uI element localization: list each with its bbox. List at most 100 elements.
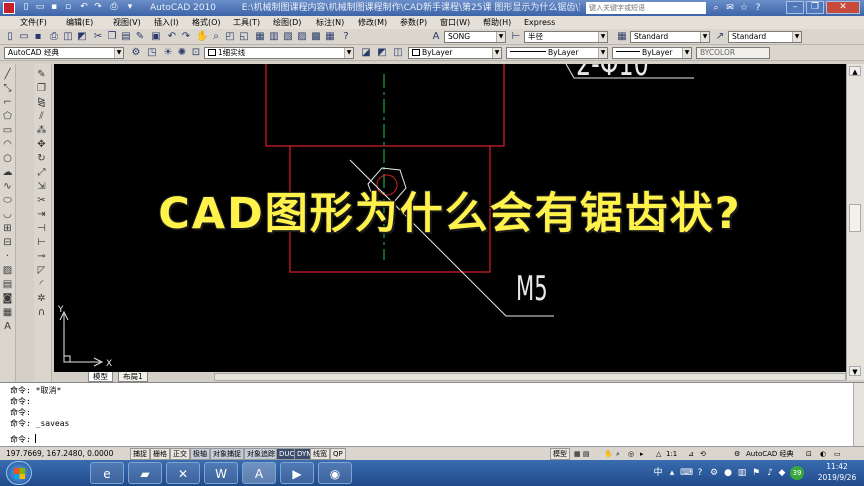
minimize-button[interactable]: – xyxy=(786,1,804,14)
rectangle-icon[interactable]: ▭ xyxy=(1,124,14,137)
ellipse-icon[interactable]: ⬭ xyxy=(1,194,14,207)
array-icon[interactable]: ⁂ xyxy=(35,124,48,137)
open-icon[interactable]: ▭ xyxy=(18,31,30,43)
scroll-thumb[interactable] xyxy=(849,204,861,232)
point-icon[interactable]: · xyxy=(1,250,14,263)
linetype-select[interactable]: ByLayer ▼ xyxy=(506,47,608,59)
zoom-window-icon[interactable]: ◰ xyxy=(224,31,236,43)
dim-style-icon[interactable]: ⊢ xyxy=(510,31,522,43)
revision-cloud-icon[interactable]: ☁ xyxy=(1,166,14,179)
design-center-icon[interactable]: ▥ xyxy=(268,31,280,43)
stretch-icon[interactable]: ⇲ xyxy=(35,180,48,193)
vertical-scrollbar[interactable]: ▲ ▼ xyxy=(846,64,864,380)
maximize-button[interactable]: ❐ xyxy=(806,1,824,14)
xmind-icon[interactable]: ✕ xyxy=(166,462,200,484)
text-style-select[interactable]: SONG ▼ xyxy=(444,31,506,43)
mtext-icon[interactable]: A xyxy=(1,320,14,333)
menu-dimension[interactable]: 标注(N) xyxy=(316,17,344,28)
undo-icon[interactable]: ↶ xyxy=(166,31,178,43)
search-input[interactable]: 键入关键字或短语 xyxy=(586,2,706,14)
communication-center-icon[interactable]: ✉ xyxy=(724,2,736,14)
offset-icon[interactable]: ⫽ xyxy=(35,110,48,123)
break-at-point-icon[interactable]: ⊣ xyxy=(35,222,48,235)
menu-help[interactable]: 帮助(H) xyxy=(483,17,511,28)
lock-icon[interactable]: ⊡ xyxy=(190,47,202,59)
zoom-previous-icon[interactable]: ◱ xyxy=(238,31,250,43)
color-select[interactable]: ByLayer ▼ xyxy=(408,47,502,59)
zoom-icon[interactable]: ⌕ xyxy=(616,448,620,460)
table-icon[interactable]: ▦ xyxy=(1,306,14,319)
layer-state-icon[interactable]: ◫ xyxy=(392,47,404,59)
cut-icon[interactable]: ✂ xyxy=(92,31,104,43)
insert-block-icon[interactable]: ⊞ xyxy=(1,222,14,235)
menu-parametric[interactable]: 参数(P) xyxy=(400,17,427,28)
flag-icon[interactable]: ⚑ xyxy=(750,467,762,479)
new-file-icon[interactable]: ▯ xyxy=(20,2,32,13)
help-icon[interactable]: ? xyxy=(340,31,352,43)
drawing-canvas[interactable]: 2-Φ10 M5 CAD图形为什么会有锯齿状? Y X xyxy=(54,64,846,372)
chamfer-icon[interactable]: ◸ xyxy=(35,264,48,277)
table-style-select[interactable]: Standard ▼ xyxy=(630,31,710,43)
layer-properties-icon[interactable]: ◳ xyxy=(146,47,158,59)
clock-time[interactable]: 11:42 xyxy=(812,462,862,472)
circle-icon[interactable]: ○ xyxy=(1,152,14,165)
menu-edit[interactable]: 编辑(E) xyxy=(66,17,93,28)
layer-select[interactable]: 1细实线 ▼ xyxy=(204,47,354,59)
table-style-icon[interactable]: ▦ xyxy=(616,31,628,43)
mirror-icon[interactable]: ⧎ xyxy=(35,96,48,109)
folder-icon[interactable]: ▰ xyxy=(128,462,162,484)
markup-icon[interactable]: ▩ xyxy=(310,31,322,43)
properties-icon[interactable]: ▦ xyxy=(254,31,266,43)
trim-icon[interactable]: ✂ xyxy=(35,194,48,207)
zoom-realtime-icon[interactable]: ⌕ xyxy=(210,31,222,43)
undo-icon[interactable]: ↶ xyxy=(78,2,90,13)
snap-toggle[interactable]: 捕捉 xyxy=(130,448,150,460)
fillet-icon[interactable]: ◜ xyxy=(35,278,48,291)
horizontal-scrollbar[interactable] xyxy=(214,373,846,381)
command-window[interactable]: 命令: *取消* 命令: 命令: 命令: _saveas 命令: xyxy=(0,382,864,447)
media-player-icon[interactable]: ▶ xyxy=(280,462,314,484)
network-icon[interactable]: ▥ xyxy=(736,467,748,479)
plot-icon[interactable]: ⎙ xyxy=(108,2,120,13)
otrack-toggle[interactable]: 对象追踪 xyxy=(244,448,278,460)
help-icon[interactable]: ? xyxy=(752,2,764,14)
menu-insert[interactable]: 插入(I) xyxy=(154,17,179,28)
autocad-logo-icon[interactable] xyxy=(3,2,15,14)
menu-file[interactable]: 文件(F) xyxy=(20,17,47,28)
workspace-select[interactable]: AutoCAD 经典 ▼ xyxy=(4,47,124,59)
line-icon[interactable]: ╱ xyxy=(1,68,14,81)
auto-scale-icon[interactable]: ⟲ xyxy=(700,448,706,460)
polyline-icon[interactable]: ⌐ xyxy=(1,96,14,109)
tray-expand-icon[interactable]: ▴ xyxy=(666,467,678,479)
annotation-visibility-icon[interactable]: ⊿ xyxy=(688,448,694,460)
ortho-toggle[interactable]: 正交 xyxy=(170,448,190,460)
explode-icon[interactable]: ✲ xyxy=(35,292,48,305)
osnap-toggle[interactable]: 对象捕捉 xyxy=(210,448,244,460)
menu-view[interactable]: 视图(V) xyxy=(113,17,141,28)
rotate-icon[interactable]: ↻ xyxy=(35,152,48,165)
lineweight-toggle[interactable]: 线宽 xyxy=(310,448,330,460)
polar-toggle[interactable]: 极轴 xyxy=(190,448,210,460)
open-file-icon[interactable]: ▭ xyxy=(34,2,46,13)
isolate-objects-icon[interactable]: ◐ xyxy=(820,448,826,460)
clock-date[interactable]: 2019/9/26 xyxy=(812,473,862,483)
spline-icon[interactable]: ∿ xyxy=(1,180,14,193)
redo-icon[interactable]: ↷ xyxy=(92,2,104,13)
command-prompt[interactable]: 命令: xyxy=(10,434,36,445)
settings-icon[interactable]: ⚙ xyxy=(708,467,720,479)
scroll-down-icon[interactable]: ▼ xyxy=(849,366,861,376)
magnet-icon[interactable]: ∩ xyxy=(35,306,48,319)
dim-style-select[interactable]: 半径 ▼ xyxy=(524,31,608,43)
saveas-icon[interactable]: ▫ xyxy=(62,2,74,13)
camtasia-icon[interactable]: ◉ xyxy=(318,462,352,484)
save-icon[interactable]: ▪ xyxy=(32,31,44,43)
menu-tools[interactable]: 工具(T) xyxy=(233,17,260,28)
new-icon[interactable]: ▯ xyxy=(4,31,16,43)
erase-icon[interactable]: ✎ xyxy=(35,68,48,81)
lineweight-select[interactable]: ByLayer ▼ xyxy=(612,47,692,59)
arc-icon[interactable]: ◠ xyxy=(1,138,14,151)
menu-draw[interactable]: 绘图(D) xyxy=(273,17,301,28)
break-icon[interactable]: ⊢ xyxy=(35,236,48,249)
recorder-icon[interactable]: ● xyxy=(722,467,734,479)
notification-badge[interactable]: 39 xyxy=(790,466,804,480)
